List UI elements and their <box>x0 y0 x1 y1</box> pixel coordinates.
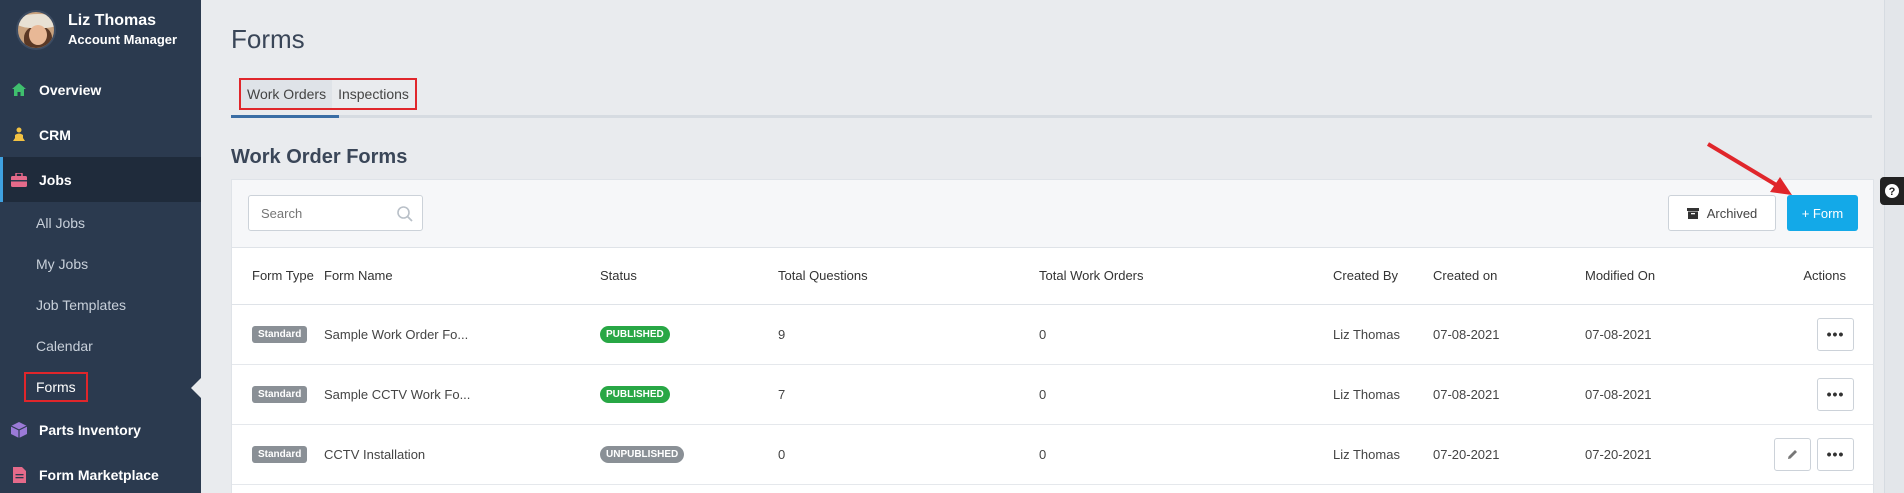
home-icon <box>11 82 27 98</box>
tab-inspections[interactable]: Inspections <box>332 80 415 108</box>
edit-button[interactable] <box>1774 437 1812 471</box>
more-icon: ••• <box>1826 326 1845 342</box>
archive-icon <box>1686 207 1699 219</box>
avatar <box>16 10 56 50</box>
nav-marketplace-label: Form Marketplace <box>39 466 159 483</box>
sidebar-item-calendar[interactable]: Calendar <box>0 325 201 366</box>
more-icon: ••• <box>1826 386 1845 402</box>
tab-bar: Work Orders Inspections <box>231 78 1872 118</box>
created-on: 07-08-2021 <box>1433 304 1585 365</box>
table-row[interactable]: Standard Sample CCTV Work Fo... PUBLISHE… <box>232 364 1873 425</box>
toolbar: Archived + Form <box>232 180 1873 248</box>
tabs-highlight: Work Orders Inspections <box>239 78 417 110</box>
sidebar-item-my-jobs[interactable]: My Jobs <box>0 243 201 284</box>
sidebar-item-forms[interactable]: Forms <box>0 366 201 407</box>
page-title: Forms <box>231 24 305 54</box>
sidebar-item-label: All Jobs <box>36 214 86 231</box>
created-by: Liz Thomas <box>1333 424 1433 485</box>
total-questions: 9 <box>778 304 1039 365</box>
form-type-badge: Standard <box>252 326 308 343</box>
box-icon <box>11 421 27 438</box>
nav-crm[interactable]: CRM <box>0 112 201 157</box>
nav-jobs[interactable]: Jobs <box>0 157 201 202</box>
main-content: Forms Work Orders Inspections Work Order… <box>201 0 1904 493</box>
table-row[interactable]: Standard Sample Work Order Fo... PUBLISH… <box>232 304 1873 365</box>
search-icon[interactable] <box>396 205 414 223</box>
form-type-badge: Standard <box>252 386 308 403</box>
status-badge: PUBLISHED <box>600 386 670 403</box>
created-on: 07-20-2021 <box>1433 424 1585 485</box>
active-indicator <box>191 378 201 398</box>
nav-crm-label: CRM <box>39 126 71 143</box>
created-by: Liz Thomas <box>1333 364 1433 425</box>
total-work-orders: 0 <box>1039 424 1333 485</box>
col-created-on[interactable]: Created on <box>1433 248 1585 305</box>
created-on: 07-08-2021 <box>1433 364 1585 425</box>
more-actions-button[interactable]: ••• <box>1817 377 1854 411</box>
search-box <box>248 195 423 231</box>
active-tab-underline <box>231 115 339 118</box>
col-status[interactable]: Status <box>600 248 778 305</box>
col-actions: Actions <box>1735 248 1873 305</box>
total-questions: 7 <box>778 364 1039 425</box>
nav-overview-label: Overview <box>39 81 102 98</box>
more-icon: ••• <box>1826 446 1845 462</box>
pencil-icon <box>1788 449 1798 459</box>
user-name: Liz Thomas <box>68 12 157 29</box>
modified-on: 07-20-2021 <box>1585 424 1735 485</box>
search-input[interactable] <box>249 205 389 221</box>
tab-work-orders[interactable]: Work Orders <box>241 80 333 108</box>
form-type-badge: Standard <box>252 446 308 463</box>
status-badge: PUBLISHED <box>600 326 670 343</box>
created-by: Liz Thomas <box>1333 304 1433 365</box>
modified-on: 07-08-2021 <box>1585 364 1735 425</box>
nav-overview[interactable]: Overview <box>0 67 201 112</box>
table-row[interactable]: Standard CCTV Installation UNPUBLISHED 0… <box>232 424 1873 485</box>
annotation-arrow <box>1706 142 1792 195</box>
nav-parts-inventory[interactable]: Parts Inventory <box>0 407 201 452</box>
svg-text:?: ? <box>1889 186 1896 198</box>
archived-label: Archived <box>1706 205 1758 221</box>
sidebar-item-all-jobs[interactable]: All Jobs <box>0 202 201 243</box>
sidebar: Liz Thomas Account Manager Overview CRM … <box>0 0 201 493</box>
more-actions-button[interactable]: ••• <box>1817 437 1854 471</box>
total-work-orders: 0 <box>1039 304 1333 365</box>
col-total-questions[interactable]: Total Questions <box>778 248 1039 305</box>
forms-card: Archived + Form Form Type Form Name Stat… <box>231 179 1874 493</box>
briefcase-icon <box>11 172 27 188</box>
nav-jobs-label: Jobs <box>39 171 72 188</box>
nav-parts-label: Parts Inventory <box>39 421 141 438</box>
sidebar-item-label: Calendar <box>36 337 93 354</box>
form-name[interactable]: Sample CCTV Work Fo... <box>324 364 600 425</box>
status-badge: UNPUBLISHED <box>600 446 685 463</box>
sidebar-item-label: Forms <box>24 371 88 402</box>
user-role: Account Manager <box>68 32 178 47</box>
col-form-type[interactable]: Form Type <box>232 248 324 305</box>
more-actions-button[interactable]: ••• <box>1817 317 1854 351</box>
sidebar-item-label: My Jobs <box>36 255 89 272</box>
help-button[interactable]: ? <box>1880 177 1904 205</box>
col-form-name[interactable]: Form Name <box>324 248 600 305</box>
table-header-row: Form Type Form Name Status Total Questio… <box>232 248 1873 305</box>
form-name[interactable]: CCTV Installation <box>324 424 600 485</box>
col-created-by[interactable]: Created By <box>1333 248 1433 305</box>
col-modified-on[interactable]: Modified On <box>1585 248 1735 305</box>
total-questions: 0 <box>778 424 1039 485</box>
help-icon: ? <box>1885 184 1899 198</box>
right-edge-strip <box>1884 0 1904 493</box>
document-icon <box>11 466 27 483</box>
form-name[interactable]: Sample Work Order Fo... <box>324 304 600 365</box>
forms-table: Form Type Form Name Status Total Questio… <box>232 248 1873 485</box>
meditation-icon <box>11 127 27 143</box>
sidebar-item-label: Job Templates <box>36 296 127 313</box>
nav-form-marketplace[interactable]: Form Marketplace <box>0 452 201 493</box>
user-profile[interactable]: Liz Thomas Account Manager <box>0 0 201 60</box>
modified-on: 07-08-2021 <box>1585 304 1735 365</box>
sidebar-item-job-templates[interactable]: Job Templates <box>0 284 201 325</box>
col-total-work-orders[interactable]: Total Work Orders <box>1039 248 1333 305</box>
section-title: Work Order Forms <box>231 146 408 168</box>
total-work-orders: 0 <box>1039 364 1333 425</box>
